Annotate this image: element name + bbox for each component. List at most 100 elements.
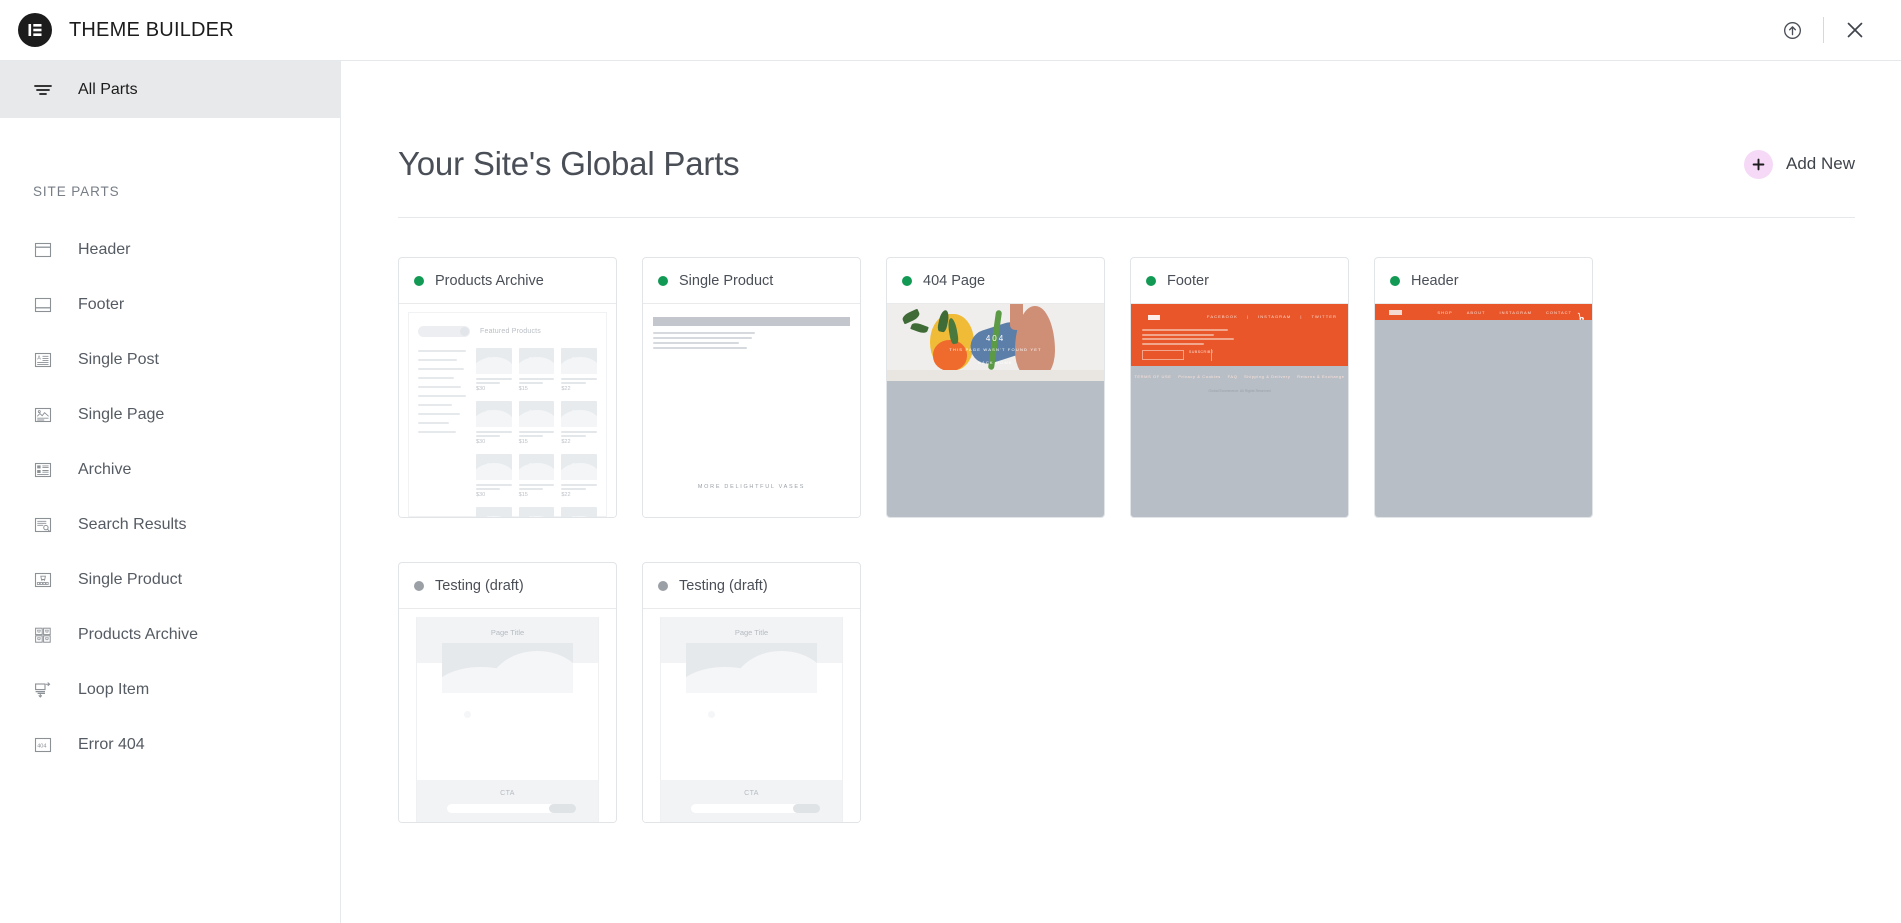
preview-nav-link: Shipping & Delivery: [1244, 374, 1291, 379]
preview-image-dot: [708, 711, 716, 719]
part-card[interactable]: 404 Page 404 THIS PAGE WASN'T FOUND YET …: [886, 257, 1105, 518]
part-card[interactable]: Single Product MORE DELIGHTFUL VASES: [642, 257, 861, 518]
preview-logo: [1389, 309, 1402, 315]
preview-404-link: BACK HOME: [978, 360, 1013, 365]
sidebar-item-label: Single Post: [78, 350, 159, 368]
single-product-preview: MORE DELIGHTFUL VASES: [643, 304, 860, 517]
header-divider: [398, 217, 1855, 218]
products-archive-preview: Featured Products $30 $15 $22 $30 $15 $2…: [399, 304, 616, 517]
part-card[interactable]: Testing (draft) Page Title CTA: [642, 562, 861, 823]
preview-paragraph: [653, 332, 756, 349]
card-title: Header: [1411, 272, 1459, 289]
add-new-label: Add New: [1786, 154, 1855, 173]
testing-draft-preview: Page Title CTA: [399, 609, 616, 822]
preview-price: $22: [561, 439, 571, 445]
status-badge: [414, 580, 424, 591]
part-card[interactable]: Testing (draft) Page Title CTA: [398, 562, 617, 823]
sidebar: All Parts SITE PARTS Header Footer A Sin…: [0, 61, 341, 923]
toolbar-divider: [1823, 17, 1824, 43]
body: All Parts SITE PARTS Header Footer A Sin…: [0, 61, 1901, 923]
preview-price: $30: [476, 386, 486, 392]
loop-item-icon: [32, 679, 54, 701]
preview-sidebar-lines: [418, 348, 466, 517]
products-archive-icon: [32, 624, 54, 646]
part-card[interactable]: Header SHOP ABOUT INSTAGRAM CONTACT: [1374, 257, 1593, 518]
sidebar-item-label: Loop Item: [78, 680, 150, 698]
circle-arrow-up-icon[interactable]: [1770, 8, 1814, 52]
sidebar-item-products-archive[interactable]: Products Archive: [0, 607, 340, 662]
part-card[interactable]: Products Archive Featured Products $30 $…: [398, 257, 617, 518]
preview-footer-text: MORE DELIGHTFUL VASES: [697, 484, 806, 490]
preview-image-placeholder: [442, 643, 573, 693]
main-content: Your Site's Global Parts Add New Product…: [341, 61, 1901, 923]
sidebar-item-all-parts[interactable]: All Parts: [0, 61, 340, 118]
sidebar-item-header[interactable]: Header: [0, 222, 340, 277]
preview-search-bar: [418, 326, 470, 337]
sidebar-item-label: Single Product: [78, 570, 183, 588]
preview-navbar: SHOP ABOUT INSTAGRAM CONTACT: [1375, 304, 1592, 320]
single-product-icon: [32, 569, 54, 591]
preview-product-grid: $30 $15 $22 $30 $15 $22 $30 $15 $22: [476, 348, 597, 517]
footer-icon: [32, 294, 54, 316]
sidebar-item-label: Archive: [78, 460, 132, 478]
sidebar-item-single-product[interactable]: Single Product: [0, 552, 340, 607]
preview-page-title: Page Title: [734, 628, 769, 637]
preview-featured-title: Featured Products: [480, 328, 541, 335]
preview-newsletter-text: [1142, 329, 1242, 347]
preview-cta-label: CTA: [744, 790, 759, 797]
card-header: Testing (draft): [643, 563, 860, 609]
sidebar-item-error-404[interactable]: 404 Error 404: [0, 717, 340, 772]
close-icon[interactable]: [1833, 8, 1877, 52]
preview-cta-section: CTA: [417, 780, 598, 822]
status-badge: [658, 580, 668, 591]
status-badge: [1390, 275, 1400, 286]
svg-text:A: A: [37, 355, 41, 361]
preview-photo: 404 THIS PAGE WASN'T FOUND YET BACK HOME: [887, 304, 1104, 381]
sidebar-item-archive[interactable]: Archive: [0, 442, 340, 497]
sidebar-item-footer[interactable]: Footer: [0, 277, 340, 332]
preview-title-bar: [653, 317, 850, 326]
preview-404-message: THIS PAGE WASN'T FOUND YET: [949, 347, 1042, 352]
single-post-icon: A: [32, 349, 54, 371]
brand: THEME BUILDER: [18, 13, 234, 47]
card-header: Single Product: [643, 258, 860, 304]
preview-cta-input: [690, 804, 821, 813]
card-title: Testing (draft): [435, 577, 524, 594]
preview-cta-section: CTA: [661, 780, 842, 822]
sidebar-item-single-page[interactable]: Single Page: [0, 387, 340, 442]
sidebar-item-search-results[interactable]: Search Results: [0, 497, 340, 552]
card-header: Header: [1375, 258, 1592, 304]
card-title: 404 Page: [923, 272, 986, 289]
page-title: Your Site's Global Parts: [398, 145, 740, 182]
sidebar-item-loop-item[interactable]: Loop Item: [0, 662, 340, 717]
part-card[interactable]: Footer FACEBOOK | INSTAGRAM | TWITTER SU…: [1130, 257, 1349, 518]
main-header: Your Site's Global Parts Add New: [398, 61, 1855, 183]
single-page-icon: [32, 404, 54, 426]
header-preview: SHOP ABOUT INSTAGRAM CONTACT: [1375, 304, 1592, 517]
preview-menu: SHOP ABOUT INSTAGRAM CONTACT: [1437, 310, 1572, 315]
preview-price: $22: [561, 492, 571, 498]
card-header: Products Archive: [399, 258, 616, 304]
card-thumbnail: FACEBOOK | INSTAGRAM | TWITTER SUBSCRIBE…: [1131, 304, 1348, 517]
preview-nav-link: Privacy & Cookies: [1178, 374, 1221, 379]
sidebar-item-label: Error 404: [78, 735, 145, 753]
parts-grid: Products Archive Featured Products $30 $…: [398, 257, 1855, 823]
preview-menu-item: CONTACT: [1545, 309, 1572, 315]
add-new-button[interactable]: Add New: [1744, 149, 1855, 179]
card-thumbnail: Page Title CTA: [643, 609, 860, 822]
status-badge: [414, 275, 424, 286]
testing-draft-preview: Page Title CTA: [643, 609, 860, 822]
preview-image-placeholder: [686, 643, 817, 693]
sidebar-item-single-post[interactable]: A Single Post: [0, 332, 340, 387]
footer-preview: FACEBOOK | INSTAGRAM | TWITTER SUBSCRIBE…: [1131, 304, 1348, 517]
top-bar: THEME BUILDER: [0, 0, 1901, 61]
status-badge: [658, 275, 668, 286]
preview-menu-item: ABOUT: [1466, 309, 1486, 315]
error-404-icon: 404: [32, 734, 54, 756]
preview-cta-button: [793, 804, 821, 813]
preview-image-dot: [464, 711, 472, 719]
preview-divider: [1211, 349, 1212, 361]
preview-price: $15: [518, 492, 528, 498]
sidebar-item-label: Header: [78, 240, 131, 258]
sidebar-item-label: Single Page: [78, 405, 165, 423]
